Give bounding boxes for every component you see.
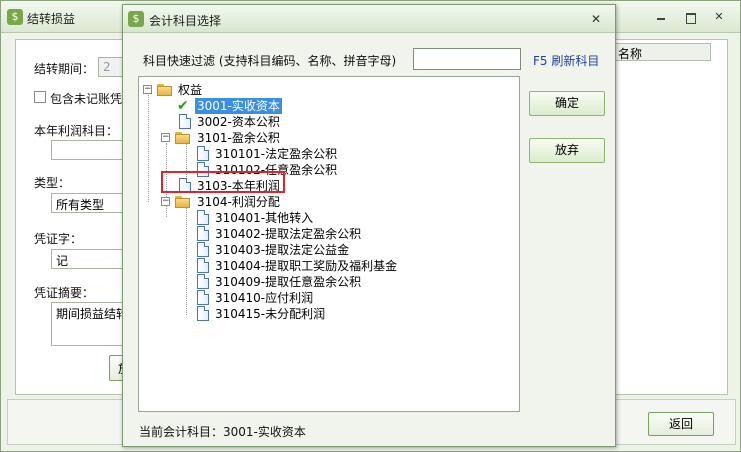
document-icon — [197, 146, 209, 161]
tree-node[interactable]: 310404-提取职工奖励及福利基金 — [195, 258, 415, 274]
return-button[interactable]: 返回 — [648, 412, 714, 436]
tree-node-label: 310415-未分配利润 — [215, 307, 326, 321]
period-label: 结转期间： — [34, 62, 95, 76]
include-unposted-checkbox[interactable] — [34, 91, 46, 103]
dialog-close-icon[interactable]: ✕ — [589, 13, 603, 26]
dialog-app-icon: $ — [128, 11, 144, 27]
document-icon — [197, 306, 209, 321]
type-select[interactable]: 所有类型 — [51, 193, 124, 213]
tree-node-label: 310410-应付利润 — [215, 291, 314, 305]
refresh-link[interactable]: F5 刷新科目 — [533, 52, 599, 69]
profit-account-field[interactable] — [51, 140, 124, 160]
checkmark-icon: ✔ — [177, 98, 189, 114]
cancel-button[interactable]: 放弃 — [529, 138, 605, 163]
tree-node[interactable]: 310402-提取法定盈余公积 — [195, 226, 385, 242]
account-tree[interactable]: − 权益 ✔ 3001-实收资本 3002-资本公积 − 3101-盈余公积 3… — [138, 76, 520, 412]
tree-node[interactable]: − 3104-利润分配 — [161, 194, 321, 210]
tree-node-label: 310101-法定盈余公积 — [215, 147, 338, 161]
collapse-icon[interactable]: − — [161, 197, 170, 206]
tree-node-label: 3101-盈余公积 — [197, 131, 280, 145]
maximize-icon[interactable] — [683, 11, 697, 24]
dialog-title: 会计科目选择 — [149, 14, 222, 28]
highlight-box — [161, 171, 285, 193]
tree-node-label: 310404-提取职工奖励及福利基金 — [215, 259, 398, 273]
tree-node-label: 310403-提取法定公益金 — [215, 243, 350, 257]
folder-open-icon — [157, 84, 173, 96]
tree-node-label: 310409-提取任意盈余公积 — [215, 275, 362, 289]
summary-label: 凭证摘要： — [34, 286, 95, 300]
app-icon: $ — [7, 9, 23, 25]
tree-node[interactable]: ✔ 3001-实收资本 — [177, 98, 317, 114]
profit-account-label: 本年利润科目： — [34, 124, 119, 138]
tree-node-root[interactable]: − 权益 — [143, 82, 263, 98]
tree-node-label: 3001-实收资本 — [195, 98, 282, 114]
folder-open-icon — [175, 196, 191, 208]
tree-node[interactable]: 310410-应付利润 — [195, 290, 365, 306]
document-icon — [197, 290, 209, 305]
close-icon[interactable]: ✕ — [712, 11, 726, 23]
summary-field[interactable]: 期间损益结转 — [51, 302, 124, 346]
account-select-dialog: $ 会计科目选择 ✕ 科目快速过滤 (支持科目编码、名称、拼音字母) F5 刷新… — [122, 4, 616, 447]
tree-node-label: 310401-其他转入 — [215, 211, 314, 225]
tree-node[interactable]: 310403-提取法定公益金 — [195, 242, 385, 258]
tree-node[interactable]: 310401-其他转入 — [195, 210, 365, 226]
tree-node-label: 3002-资本公积 — [197, 115, 280, 129]
tree-line — [148, 90, 149, 202]
filter-input[interactable] — [413, 48, 521, 70]
background-window-title: 结转损益 — [27, 12, 76, 26]
document-icon — [179, 114, 191, 129]
period-field[interactable]: 2 — [98, 57, 124, 77]
grid-header-name: 名称 — [611, 43, 711, 61]
document-icon — [197, 210, 209, 225]
folder-open-icon — [175, 132, 191, 144]
collapse-icon[interactable]: − — [161, 133, 170, 142]
document-icon — [197, 226, 209, 241]
tree-node-label: 310402-提取法定盈余公积 — [215, 227, 362, 241]
tree-node[interactable]: − 3101-盈余公积 — [161, 130, 321, 146]
tree-line — [186, 203, 187, 315]
document-icon — [197, 274, 209, 289]
tree-node-label: 权益 — [178, 83, 203, 97]
tree-node[interactable]: 310409-提取任意盈余公积 — [195, 274, 385, 290]
tree-node[interactable]: 3002-资本公积 — [177, 114, 317, 130]
dialog-titlebar: $ 会计科目选择 ✕ — [123, 5, 615, 33]
voucher-word-label: 凭证字： — [34, 232, 83, 246]
tree-node-label: 3104-利润分配 — [197, 195, 280, 209]
type-label: 类型： — [34, 176, 71, 190]
document-icon — [197, 258, 209, 273]
tree-node[interactable]: 310101-法定盈余公积 — [195, 146, 365, 162]
current-account-label: 当前会计科目：3001-实收资本 — [139, 425, 306, 439]
collapse-icon[interactable]: − — [143, 85, 152, 94]
filter-label: 科目快速过滤 (支持科目编码、名称、拼音字母) — [143, 54, 397, 68]
document-icon — [197, 242, 209, 257]
minimize-icon[interactable] — [654, 11, 668, 23]
ok-button[interactable]: 确定 — [529, 91, 605, 116]
tree-node[interactable]: 310415-未分配利润 — [195, 306, 365, 322]
voucher-word-select[interactable]: 记 — [51, 249, 124, 269]
